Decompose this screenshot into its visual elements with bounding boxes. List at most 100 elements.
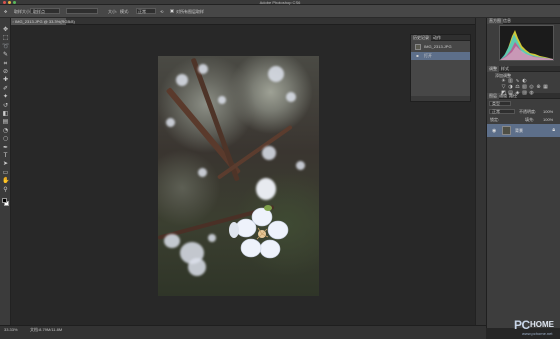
bokeh-shape — [176, 74, 188, 86]
history-snapshot[interactable]: IMG_2313.JPG — [411, 43, 470, 51]
mode-value: 正常 — [138, 9, 146, 14]
marquee-tool-icon[interactable]: ⬚ — [2, 34, 9, 41]
tolerance-field[interactable] — [66, 8, 98, 14]
gradient-tool-icon[interactable]: ▤ — [2, 118, 9, 125]
document-info[interactable]: 文档:8.79M/11.8M — [30, 326, 62, 333]
foreground-color-swatch[interactable] — [2, 198, 7, 203]
history-snapshot-label: IMG_2313.JPG — [424, 44, 452, 49]
pen-tool-icon[interactable]: ✒ — [2, 144, 9, 151]
bokeh-shape — [262, 146, 276, 160]
bokeh-shape — [218, 96, 226, 104]
quick-select-tool-icon[interactable]: ✎ — [2, 51, 9, 58]
posterize-icon[interactable]: ▤ — [508, 91, 513, 96]
document-image[interactable] — [158, 56, 319, 296]
healing-tool-icon[interactable]: ✚ — [2, 76, 9, 83]
blur-tool-icon[interactable]: ◔ — [2, 127, 9, 134]
right-panel-dock: 直方图 信息 调整 样式 添加调整 图层 通道 路径 类型 正常 不透明度: 1… — [486, 18, 560, 328]
tab-styles[interactable]: 样式 — [499, 66, 511, 72]
history-panel[interactable]: 历史记录 动作 IMG_2313.JPG ▪ 打开 — [410, 34, 471, 102]
bokeh-shape — [208, 234, 216, 242]
eraser-tool-icon[interactable]: ◧ — [2, 110, 9, 117]
lock-icon: 🔒︎ — [552, 127, 555, 133]
histogram-graph — [499, 25, 554, 61]
tab-history[interactable]: 历史记录 — [411, 35, 431, 41]
status-bar: 33.33% 文档:8.79M/11.8M — [0, 325, 486, 339]
move-tool-icon[interactable]: ✥ — [4, 5, 7, 18]
blend-mode-select[interactable]: 正常 — [489, 109, 515, 114]
eyedropper-tool-icon[interactable]: ⊘ — [2, 68, 9, 75]
sample-all-layers-label: 对所有图层取样 — [176, 9, 204, 14]
tools-panel: ✥ ⬚ ➰ ✎ ⌗ ⊘ ✚ ✐ ✦ ↺ ◧ ▤ ◔ ○ ✒ T ➤ ▭ ✋ ⚲ — [0, 18, 11, 328]
clone-stamp-tool-icon[interactable]: ✦ — [2, 93, 9, 100]
bokeh-shape — [198, 64, 208, 74]
layer-name: 背景 — [515, 128, 523, 133]
threshold-icon[interactable]: ◈ — [515, 91, 520, 96]
zoom-level[interactable]: 33.33% — [4, 326, 18, 333]
watermark-main: PC — [514, 318, 530, 332]
history-state-icon: ▪ — [416, 53, 419, 58]
gradient-map-icon[interactable]: ▨ — [522, 91, 527, 96]
bokeh-shape — [256, 178, 276, 200]
sample-size-label: 取样大小: — [14, 9, 32, 14]
bokeh-shape — [268, 66, 284, 82]
layer-opacity-label: 不透明度: — [519, 109, 537, 114]
fill-label: 填充: — [525, 117, 535, 122]
blend-mode-value: 正常 — [492, 109, 500, 114]
bokeh-shape — [296, 161, 305, 170]
refresh-icon[interactable]: ⟲ — [160, 5, 163, 18]
mode-label: 模式: — [120, 9, 130, 14]
fill-value[interactable]: 100% — [543, 117, 553, 122]
document-tab-bar: × IMG_2313.JPG @ 33.3%(RGB/8) — [11, 18, 486, 25]
crop-tool-icon[interactable]: ⌗ — [2, 60, 9, 67]
histogram-panel-header: 直方图 信息 — [487, 18, 560, 24]
history-panel-header: 历史记录 动作 — [411, 35, 470, 41]
tab-adjustments[interactable]: 调整 — [487, 66, 499, 72]
layer-opacity-value[interactable]: 100% — [543, 109, 553, 114]
channel-mixer-icon[interactable]: ⊕ — [536, 85, 541, 90]
adjustments-panel-header: 调整 样式 — [487, 66, 560, 72]
bokeh-shape — [198, 168, 207, 177]
bokeh-shape — [286, 92, 296, 102]
size-label: 大小: — [108, 9, 118, 14]
watermark-url: www.pchome.net — [522, 331, 553, 336]
layer-filter-select[interactable]: 类型 — [489, 101, 511, 106]
lasso-tool-icon[interactable]: ➰ — [2, 43, 9, 50]
move-tool-icon[interactable]: ✥ — [2, 26, 9, 33]
history-item-label: 打开 — [424, 53, 432, 58]
bokeh-shape — [166, 118, 175, 127]
lock-label: 锁定: — [490, 117, 500, 122]
sample-all-layers-checkbox[interactable] — [170, 9, 174, 13]
adjustment-icon-row: ◩ ▤ ◈ ▨ ◍ — [493, 91, 555, 96]
color-lookup-icon[interactable]: ▦ — [543, 85, 548, 90]
layer-thumbnail — [502, 126, 511, 135]
sample-size-value: 取样点 — [33, 9, 45, 14]
dodge-tool-icon[interactable]: ○ — [2, 135, 9, 142]
tab-actions[interactable]: 动作 — [431, 35, 443, 41]
history-panel-footer — [411, 96, 470, 101]
watermark-sub: HOME — [530, 320, 554, 329]
close-tab-icon[interactable]: × — [12, 18, 14, 25]
brush-tool-icon[interactable]: ✐ — [2, 85, 9, 92]
document-tab-label: IMG_2313.JPG @ 33.3%(RGB/8) — [15, 19, 75, 24]
pchome-watermark-logo: PC HOME www.pchome.net — [514, 318, 560, 338]
shape-tool-icon[interactable]: ▭ — [2, 169, 9, 176]
zoom-tool-icon[interactable]: ⚲ — [2, 186, 9, 193]
snapshot-thumbnail — [415, 44, 421, 50]
layer-kind-label: 类型 — [492, 101, 500, 106]
options-bar: ✥ 取样大小: 取样点 大小: 模式: 正常 ⟲ 对所有图层取样 — [0, 5, 560, 18]
hand-tool-icon[interactable]: ✋ — [2, 177, 9, 184]
selective-color-icon[interactable]: ◍ — [529, 91, 534, 96]
panel-icon-strip — [475, 18, 486, 328]
bokeh-shape — [164, 234, 180, 248]
path-select-tool-icon[interactable]: ➤ — [2, 160, 9, 167]
bokeh-shape — [188, 258, 206, 276]
document-tab[interactable]: × IMG_2313.JPG @ 33.3%(RGB/8) — [11, 18, 75, 25]
eye-icon[interactable]: ◉ — [492, 128, 496, 134]
flower-blossom — [229, 205, 289, 259]
invert-icon[interactable]: ◩ — [501, 91, 506, 96]
type-tool-icon[interactable]: T — [2, 152, 9, 159]
tab-info[interactable]: 信息 — [501, 18, 513, 24]
layer-row-background[interactable]: ◉ 背景 🔒︎ — [487, 124, 560, 137]
history-brush-tool-icon[interactable]: ↺ — [2, 102, 9, 109]
history-item[interactable]: ▪ 打开 — [411, 52, 470, 60]
